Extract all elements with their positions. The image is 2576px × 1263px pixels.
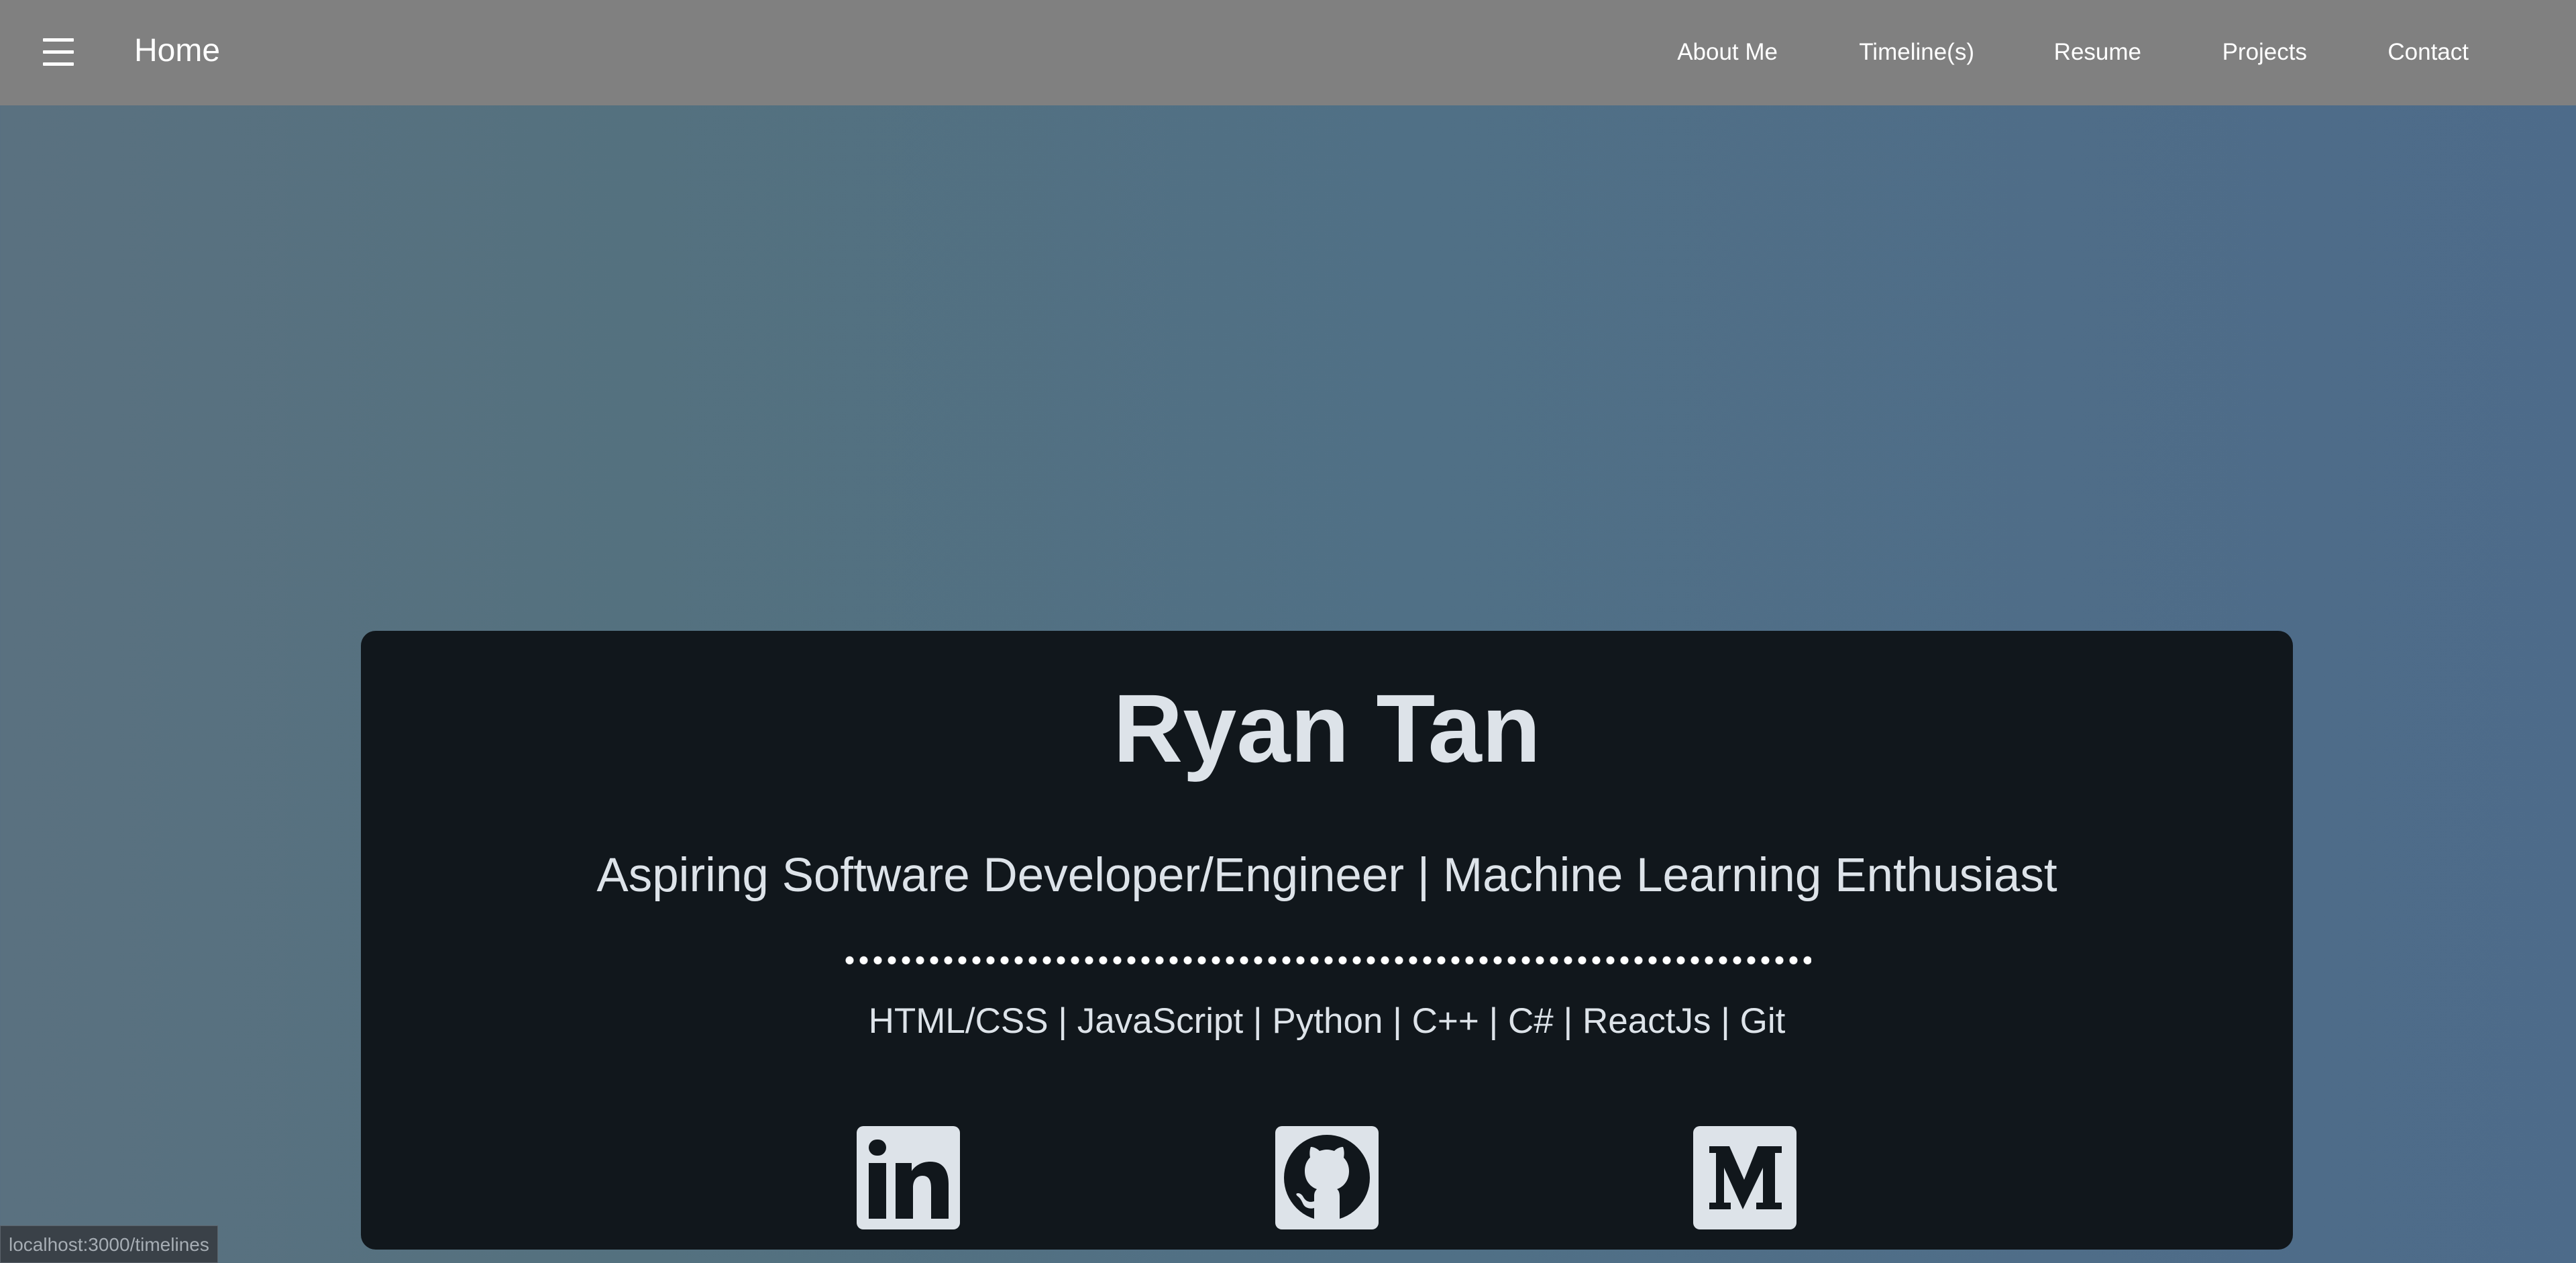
nav-link-timelines[interactable]: Timeline(s) bbox=[1859, 36, 1974, 68]
nav-link-projects[interactable]: Projects bbox=[2222, 36, 2307, 68]
medium-icon[interactable] bbox=[1693, 1126, 1796, 1229]
nav-link-resume[interactable]: Resume bbox=[2054, 36, 2141, 68]
status-bar-url: localhost:3000/timelines bbox=[0, 1225, 218, 1263]
top-navbar: Home About Me Timeline(s) Resume Project… bbox=[0, 0, 2576, 105]
hamburger-menu-icon[interactable] bbox=[42, 38, 76, 66]
hero-skills: HTML/CSS | JavaScript | Python | C++ | C… bbox=[868, 1001, 1786, 1041]
nav-link-contact[interactable]: Contact bbox=[2387, 36, 2469, 68]
hero-name: Ryan Tan bbox=[1113, 674, 1541, 782]
hero-subtitle: Aspiring Software Developer/Engineer | M… bbox=[596, 849, 2057, 902]
dotted-divider bbox=[843, 956, 1811, 965]
home-link[interactable]: Home bbox=[134, 30, 220, 72]
github-icon[interactable] bbox=[1275, 1126, 1379, 1229]
hero-card: Ryan Tan Aspiring Software Developer/Eng… bbox=[361, 631, 2293, 1250]
nav-link-about-me[interactable]: About Me bbox=[1677, 36, 1778, 68]
linkedin-icon[interactable] bbox=[857, 1126, 960, 1229]
